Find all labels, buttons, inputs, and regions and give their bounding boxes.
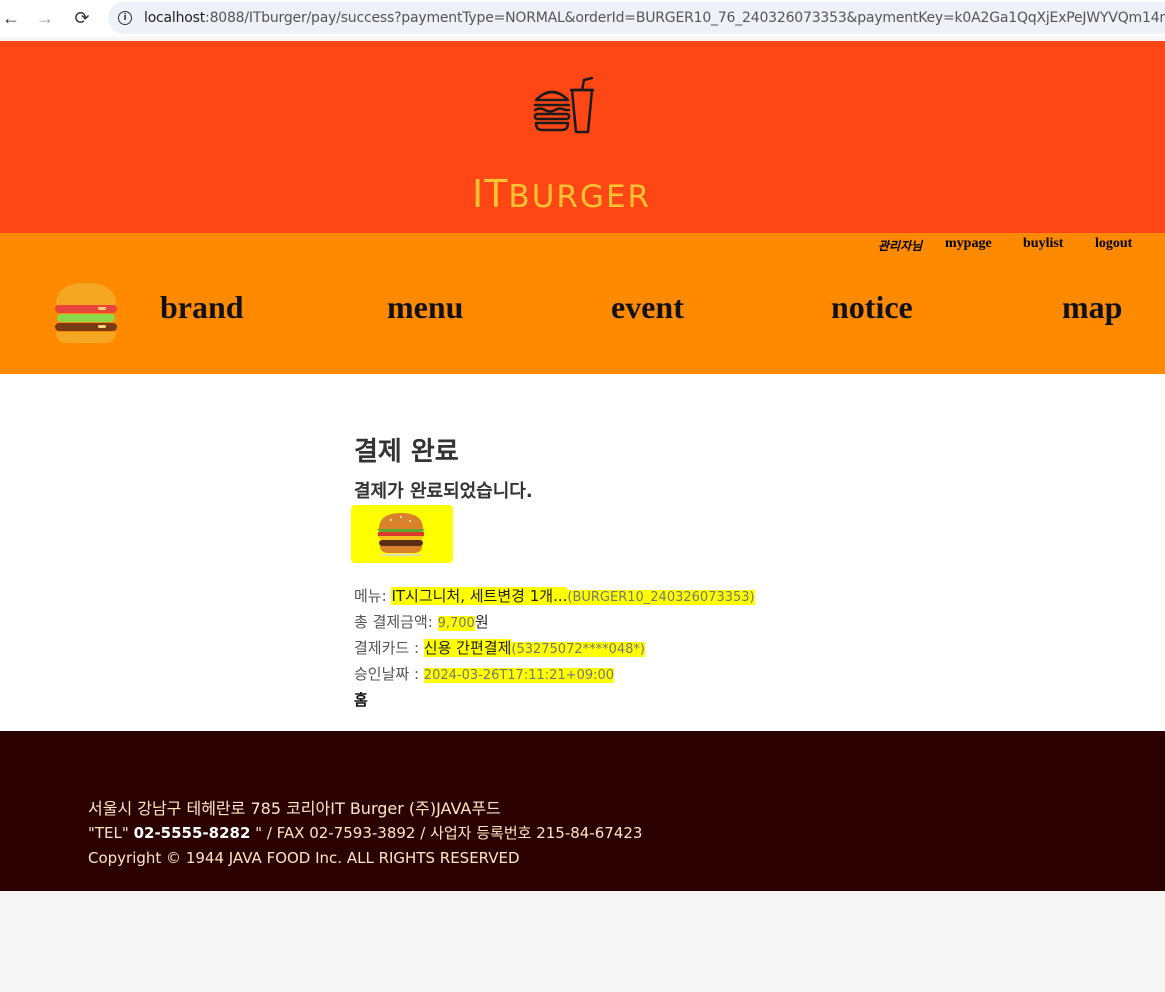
success-message: 결제가 완료되었습니다. (354, 481, 533, 502)
tel-number: 02-5555-8282 (133, 824, 251, 842)
total-value: 9,700 (437, 616, 475, 631)
burger-product-image (377, 513, 425, 557)
main-navigation: 관리자님 mypage buylist logout brand menu ev… (0, 233, 1165, 374)
site-info-icon[interactable]: i (118, 11, 132, 25)
card-label: 결제카드 : (354, 639, 424, 657)
menu-label: 메뉴: (354, 587, 392, 605)
nav-event[interactable]: event (611, 289, 684, 326)
nav-brand[interactable]: brand (160, 289, 244, 326)
url-host: localhost (144, 10, 206, 26)
tel-prefix: "TEL" (88, 824, 134, 842)
card-line: 결제카드 : 신용 간편결제(53275072****048*) (354, 637, 645, 658)
burger-drink-logo-icon (533, 76, 595, 134)
date-line: 승인날짜 : 2024-03-26T17:11:21+09:00 (354, 663, 615, 684)
reload-icon[interactable]: ⟳ (66, 2, 98, 34)
logo-wordmark: ITBURGER (472, 172, 651, 216)
page-title: 결제 완료 (354, 437, 459, 467)
card-value: 신용 간편결제 (423, 639, 512, 657)
footer-address: 서울시 강남구 테헤란로 785 코리아IT Burger (주)JAVA푸드 (88, 799, 501, 818)
nav-notice[interactable]: notice (831, 289, 913, 326)
card-number: (53275072****048*) (511, 642, 645, 657)
order-id: (BURGER10_240326073353) (567, 590, 755, 605)
date-value: 2024-03-26T17:11:21+09:00 (423, 668, 615, 683)
nav-map[interactable]: map (1062, 289, 1122, 326)
site-header: ITBURGER (0, 41, 1165, 233)
footer-copyright: Copyright © 1944 JAVA FOOD Inc. ALL RIGH… (88, 849, 520, 867)
logo-burger: BURGER (508, 179, 652, 215)
forward-icon[interactable]: → (29, 2, 61, 34)
back-icon[interactable]: ← (0, 2, 27, 34)
nav-menu[interactable]: menu (387, 289, 463, 326)
mypage-link[interactable]: mypage (945, 236, 992, 252)
total-unit: 원 (474, 613, 489, 631)
page-bottom-area (0, 891, 1165, 992)
menu-value: IT시그니처, 세트변경 1개... (391, 587, 568, 605)
footer-contact: "TEL" 02-5555-8282 " / FAX 02-7593-3892 … (88, 822, 642, 843)
itburger-logo[interactable]: ITBURGER (472, 76, 662, 216)
logo-it: IT (472, 172, 509, 216)
buylist-link[interactable]: buylist (1023, 236, 1063, 252)
url-text[interactable]: localhost:8088/ITburger/pay/success?paym… (144, 10, 1165, 26)
browser-toolbar: ← → ⟳ i localhost:8088/ITburger/pay/succ… (0, 0, 1165, 37)
logout-link[interactable]: logout (1095, 236, 1132, 252)
total-label: 총 결제금액: (354, 613, 438, 631)
burger-home-icon[interactable] (54, 281, 118, 345)
address-bar[interactable]: i localhost:8088/ITburger/pay/success?pa… (108, 2, 1165, 34)
admin-greeting: 관리자님 (878, 239, 923, 253)
payment-success-section: 결제 완료 결제가 완료되었습니다. 메뉴: IT시그니처, 세트변경 1개..… (0, 374, 1165, 731)
menu-line: 메뉴: IT시그니처, 세트변경 1개...(BURGER10_24032607… (354, 585, 755, 606)
home-link[interactable]: 홈 (354, 689, 368, 710)
url-path: :8088/ITburger/pay/success?paymentType=N… (205, 10, 1165, 26)
site-footer: 서울시 강남구 테헤란로 785 코리아IT Burger (주)JAVA푸드 … (0, 731, 1165, 891)
total-line: 총 결제금액: 9,700원 (354, 611, 489, 632)
product-thumbnail (351, 505, 453, 563)
date-label: 승인날짜 : (354, 665, 424, 683)
tel-suffix: " / FAX 02-7593-3892 / 사업자 등록번호 215-84-6… (250, 824, 643, 842)
